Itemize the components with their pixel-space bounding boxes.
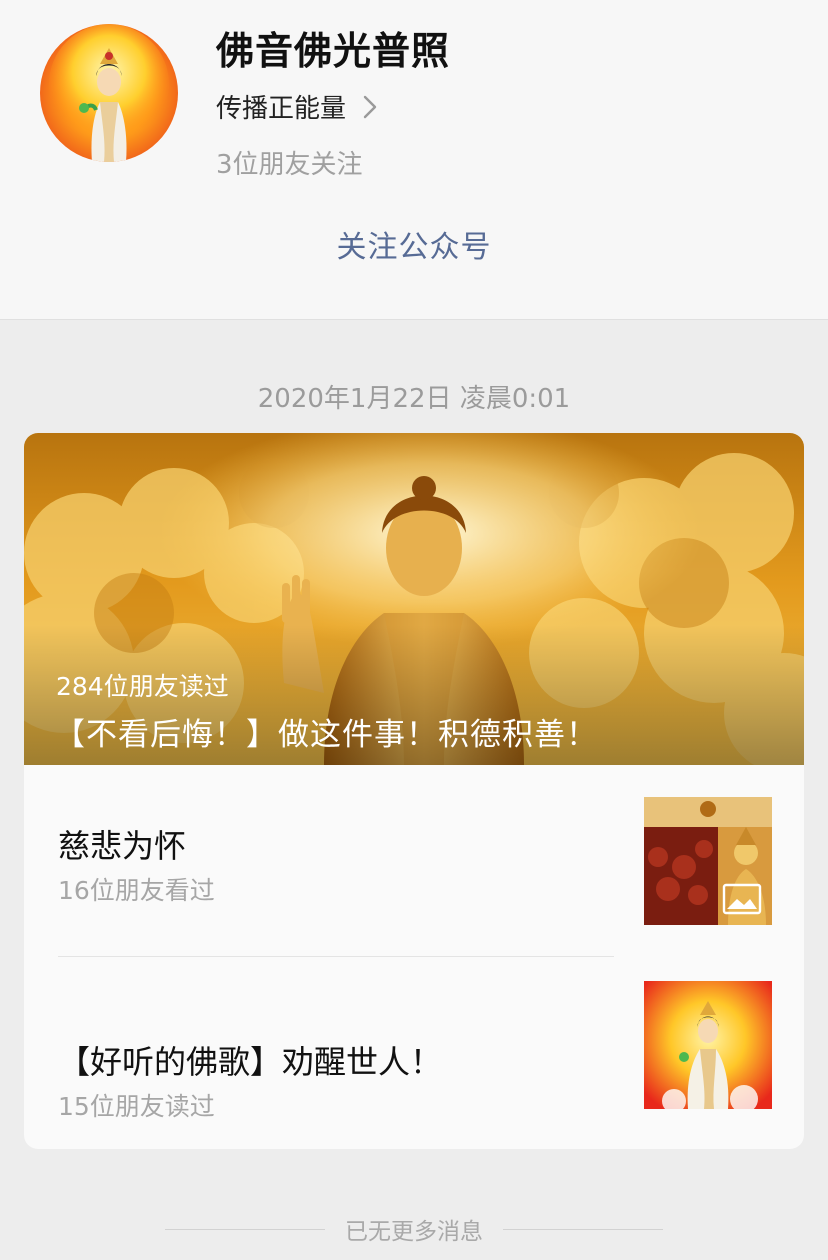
account-description: 传播正能量 [216, 94, 347, 124]
cover-article-title: 【不看后悔！】做这件事！积德积善！ [54, 717, 598, 753]
chevron-right-icon [363, 95, 377, 118]
cover-article[interactable]: 284位朋友读过 【不看后悔！】做这件事！积德积善！ [24, 433, 804, 765]
no-more-messages: 已无更多消息 [0, 1212, 828, 1246]
no-more-messages-label: 已无更多消息 [345, 1219, 483, 1245]
article-read-count: 15位朋友读过 [58, 1092, 215, 1121]
article-list-item[interactable]: 慈悲为怀 16位朋友看过 [24, 765, 804, 957]
article-list-item[interactable]: 【好听的佛歌】劝醒世人！ 15位朋友读过 [24, 957, 804, 1149]
article-read-count: 16位朋友看过 [58, 876, 215, 905]
divider-line-right [503, 1228, 663, 1230]
article-thumbnail [644, 981, 772, 1109]
friends-following-count: 3位朋友关注 [216, 150, 363, 180]
follow-account-button[interactable]: 关注公众号 [0, 222, 828, 266]
avatar-image [49, 24, 169, 162]
account-avatar[interactable] [40, 24, 178, 162]
account-header: 佛音佛光普照 传播正能量 3位朋友关注 关注公众号 [0, 0, 828, 320]
image-icon [722, 883, 762, 915]
message-timestamp: 2020年1月22日 凌晨0:01 [257, 384, 571, 414]
article-title: 慈悲为怀 [58, 827, 187, 865]
divider-line-left [165, 1228, 325, 1230]
article-thumbnail [644, 797, 772, 925]
account-name: 佛音佛光普照 [216, 29, 451, 73]
article-title: 【好听的佛歌】劝醒世人！ [58, 1043, 443, 1081]
cover-read-count: 284位朋友读过 [56, 672, 229, 701]
article-message-card: 284位朋友读过 【不看后悔！】做这件事！积德积善！ 慈悲为怀 16位朋友看过 [24, 433, 804, 1149]
account-description-link[interactable]: 传播正能量 [216, 88, 378, 125]
